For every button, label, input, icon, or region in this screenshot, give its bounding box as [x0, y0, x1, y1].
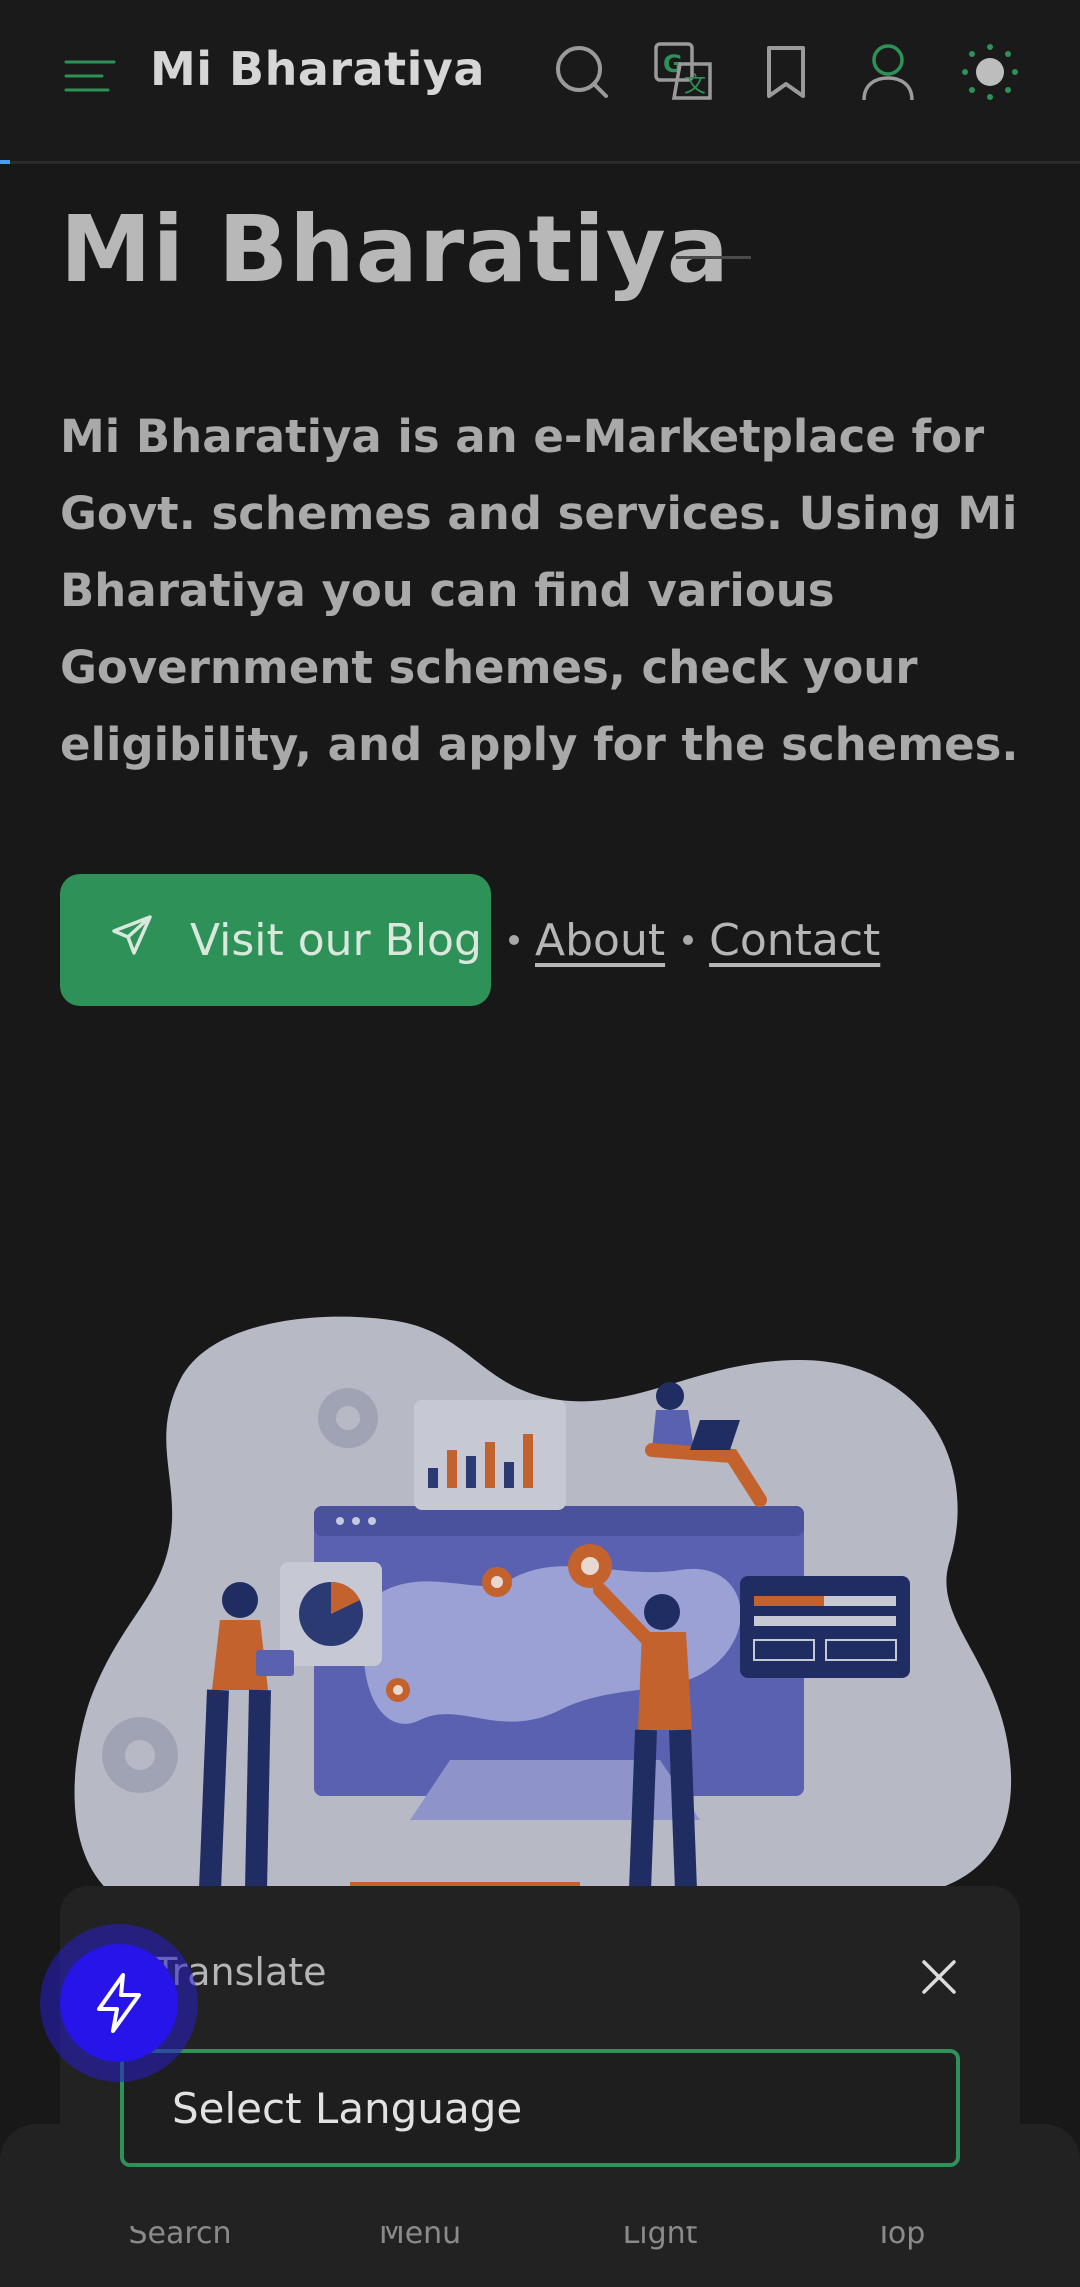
bookmark-icon[interactable] — [754, 40, 818, 104]
quick-action-button[interactable] — [40, 1924, 198, 2082]
separator-dot — [683, 935, 694, 945]
menu-icon[interactable] — [60, 50, 120, 100]
lightning-icon — [97, 1973, 141, 2033]
reading-progress-bar — [0, 160, 10, 164]
site-description: Mi Bharatiya is an e-Marketplace for Gov… — [60, 410, 1019, 771]
user-icon[interactable] — [856, 40, 920, 104]
brand-title[interactable]: Mi Bharatiya — [150, 42, 485, 96]
language-select[interactable]: Select Language — [120, 2049, 960, 2167]
visit-blog-label: Visit our Blog — [190, 914, 482, 966]
title-divider — [676, 256, 751, 259]
visit-blog-button[interactable]: Visit our Blog — [60, 874, 491, 1006]
separator-dot — [509, 935, 519, 945]
fab-core — [60, 1944, 178, 2062]
contact-link[interactable]: Contact — [709, 915, 880, 966]
top-app-bar: Mi Bharatiya G 文 — [0, 0, 1080, 164]
svg-text:文: 文 — [684, 73, 706, 98]
theme-toggle-icon[interactable] — [958, 40, 1022, 104]
about-link[interactable]: About — [535, 915, 665, 966]
translate-icon[interactable]: G 文 — [652, 40, 716, 104]
page-title: Mi Bharatiya — [60, 196, 730, 303]
search-icon[interactable] — [550, 40, 614, 104]
translate-dialog: Translate Select Language — [60, 1886, 1020, 2226]
hero-illustration — [60, 1300, 1020, 1890]
close-icon[interactable] — [910, 1948, 968, 2006]
cta-row: Visit our Blog About Contact — [60, 874, 880, 1006]
send-icon — [108, 911, 156, 970]
